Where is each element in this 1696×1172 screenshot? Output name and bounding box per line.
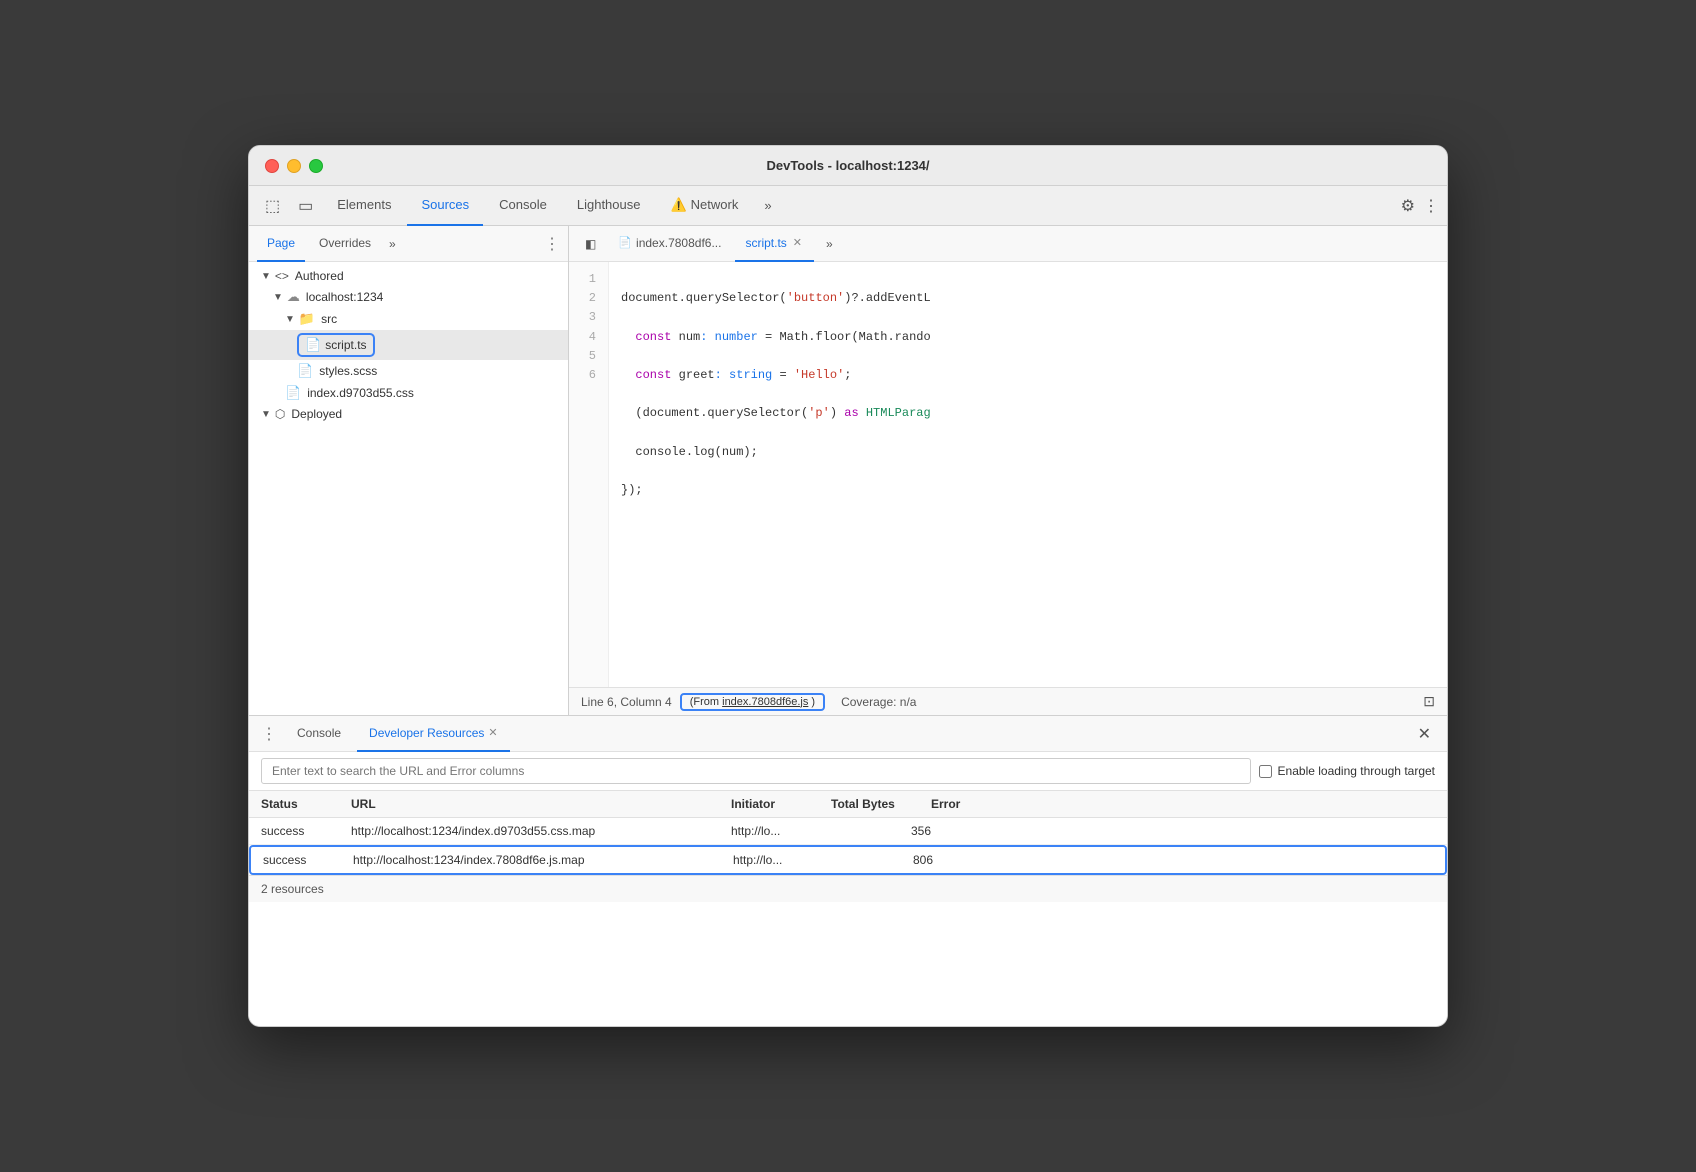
enable-loading-option: Enable loading through target: [1259, 764, 1435, 778]
cursor-position: Line 6, Column 4: [581, 695, 672, 709]
arrow-icon: ▼: [261, 409, 271, 420]
code-icon: <>: [275, 269, 289, 283]
tab-console[interactable]: Console: [485, 186, 561, 226]
host-item[interactable]: ▼ ☁ localhost:1234: [249, 286, 568, 308]
close-bottom-panel-icon[interactable]: ✕: [1410, 720, 1439, 748]
folder-icon: 📁: [299, 311, 315, 327]
table-header: Status URL Initiator Total Bytes Error: [249, 791, 1447, 818]
right-panel: ◧ 📄 index.7808df6... script.ts ✕ » 1 2 3…: [569, 226, 1447, 715]
cell-error-0: [931, 829, 1011, 833]
window-title: DevTools - localhost:1234/: [766, 158, 929, 173]
bottom-tabs: ⋮ Console Developer Resources ✕ ✕: [249, 716, 1447, 752]
traffic-lights: [265, 159, 323, 173]
search-bar: Enable loading through target: [249, 752, 1447, 791]
src-folder[interactable]: ▼ 📁 src: [249, 308, 568, 330]
panel-tab-more[interactable]: »: [385, 233, 400, 255]
tab-developer-resources[interactable]: Developer Resources ✕: [357, 716, 510, 752]
bottom-dots-icon[interactable]: ⋮: [257, 720, 281, 748]
tab-page[interactable]: Page: [257, 226, 305, 262]
col-status: Status: [261, 795, 351, 813]
file-styles-scss[interactable]: 📄 styles.scss: [249, 360, 568, 382]
cell-url-0: http://localhost:1234/index.d9703d55.css…: [351, 822, 731, 840]
arrow-icon: ▼: [285, 314, 295, 325]
settings-icon[interactable]: ⚙: [1401, 196, 1415, 216]
arrow-icon: ▼: [261, 271, 271, 282]
col-initiator: Initiator: [731, 795, 831, 813]
cell-initiator-0: http://lo...: [731, 822, 831, 840]
cell-url-1: http://localhost:1234/index.7808df6e.js.…: [353, 851, 733, 869]
ts-file-icon: 📄: [305, 337, 321, 353]
editor-tabs: ◧ 📄 index.7808df6... script.ts ✕ »: [569, 226, 1447, 262]
from-info: (From index.7808df6e.js ): [680, 693, 825, 711]
coverage-info: Coverage: n/a: [841, 695, 916, 709]
col-bytes: Total Bytes: [831, 795, 931, 813]
cloud-icon: ☁: [287, 289, 300, 305]
arrow-icon: ▼: [273, 292, 283, 303]
deployed-section[interactable]: ▼ ⬡ Deployed: [249, 404, 568, 424]
left-panel: Page Overrides » ⋮ ▼ <> Authored ▼ ☁: [249, 226, 569, 715]
close-button[interactable]: [265, 159, 279, 173]
panel-dots-icon[interactable]: ⋮: [544, 234, 560, 254]
file-icon: 📄: [285, 385, 301, 401]
more-options-icon[interactable]: ⋮: [1423, 196, 1439, 216]
cube-icon: ⬡: [275, 407, 285, 421]
tab-network[interactable]: ⚠️ Network: [656, 186, 752, 226]
enable-loading-label: Enable loading through target: [1278, 764, 1435, 778]
source-file-link[interactable]: index.7808df6e.js: [722, 696, 808, 708]
panel-tabs: Page Overrides » ⋮: [249, 226, 568, 262]
editor-tab-more[interactable]: »: [822, 233, 837, 255]
warning-icon: ⚠️: [670, 197, 686, 213]
device-icon[interactable]: ▭: [290, 190, 321, 222]
search-input[interactable]: [261, 758, 1251, 784]
tab-lighthouse[interactable]: Lighthouse: [563, 186, 655, 226]
format-icon[interactable]: ⊡: [1423, 693, 1435, 710]
line-numbers: 1 2 3 4 5 6: [569, 262, 609, 687]
cell-bytes-0: 356: [831, 822, 931, 840]
table-row[interactable]: success http://localhost:1234/index.d970…: [249, 818, 1447, 845]
minimize-button[interactable]: [287, 159, 301, 173]
devtools-window: DevTools - localhost:1234/ ⬚ ▭ Elements …: [248, 145, 1448, 1027]
cell-initiator-1: http://lo...: [733, 851, 833, 869]
enable-loading-checkbox[interactable]: [1259, 765, 1272, 778]
status-bar: Line 6, Column 4 (From index.7808df6e.js…: [569, 687, 1447, 715]
tab-script-ts[interactable]: script.ts ✕: [735, 226, 814, 262]
close-tab-icon[interactable]: ✕: [791, 235, 804, 250]
cell-status-0: success: [261, 822, 351, 840]
file-icon: 📄: [618, 236, 632, 249]
fullscreen-button[interactable]: [309, 159, 323, 173]
titlebar: DevTools - localhost:1234/: [249, 146, 1447, 186]
tab-sources[interactable]: Sources: [407, 186, 483, 226]
col-error: Error: [931, 795, 1011, 813]
resources-count: 2 resources: [249, 875, 1447, 902]
toolbar-right-icons: ⚙ ⋮: [1401, 196, 1439, 216]
editor-panel-toggle[interactable]: ◧: [577, 233, 604, 255]
file-script-ts[interactable]: 📄 script.ts: [249, 330, 568, 360]
tab-elements[interactable]: Elements: [323, 186, 405, 226]
devtools-toolbar: ⬚ ▭ Elements Sources Console Lighthouse …: [249, 186, 1447, 226]
table-row[interactable]: success http://localhost:1234/index.7808…: [249, 845, 1447, 875]
file-index-css[interactable]: 📄 index.d9703d55.css: [249, 382, 568, 404]
file-tree: ▼ <> Authored ▼ ☁ localhost:1234 ▼ 📁 src: [249, 262, 568, 715]
col-url: URL: [351, 795, 731, 813]
authored-section[interactable]: ▼ <> Authored: [249, 266, 568, 286]
cell-status-1: success: [263, 851, 353, 869]
file-icon: 📄: [297, 363, 313, 379]
tab-console-bottom[interactable]: Console: [285, 716, 353, 752]
inspector-icon[interactable]: ⬚: [257, 190, 288, 222]
more-tabs-button[interactable]: »: [756, 192, 779, 219]
bottom-panel: ⋮ Console Developer Resources ✕ ✕ Enable…: [249, 716, 1447, 1026]
code-editor[interactable]: 1 2 3 4 5 6 document.querySelector('butt…: [569, 262, 1447, 687]
code-content: document.querySelector('button')?.addEve…: [609, 262, 1447, 687]
cell-bytes-1: 806: [833, 851, 933, 869]
main-content: Page Overrides » ⋮ ▼ <> Authored ▼ ☁: [249, 226, 1447, 716]
close-dev-resources-icon[interactable]: ✕: [488, 726, 497, 739]
cell-error-1: [933, 858, 1013, 862]
tab-index-js[interactable]: 📄 index.7808df6...: [608, 226, 731, 262]
tab-overrides[interactable]: Overrides: [309, 226, 381, 262]
